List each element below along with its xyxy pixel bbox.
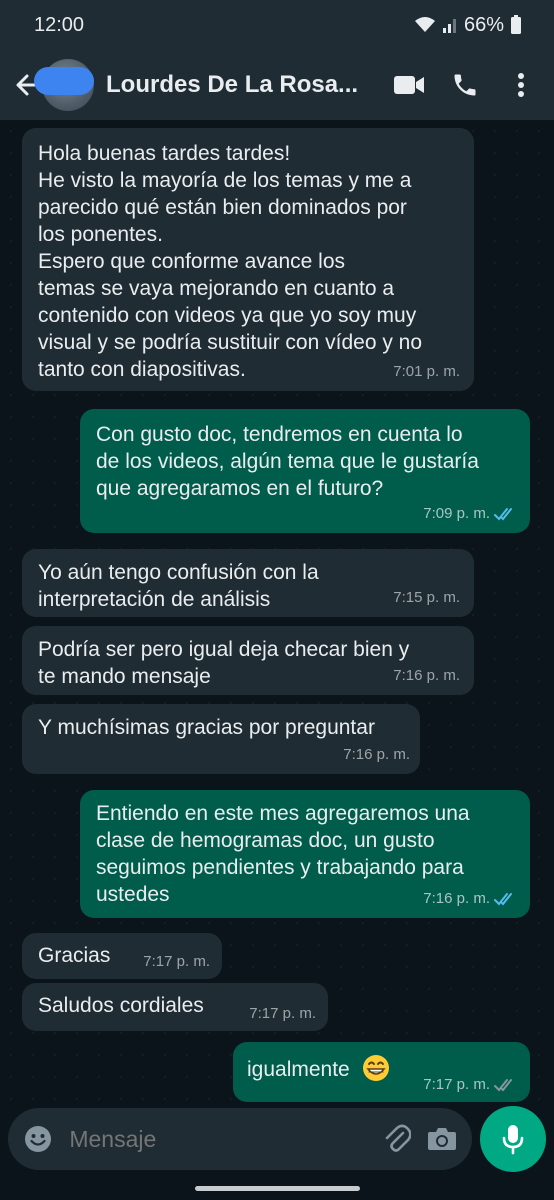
double-check-icon	[494, 892, 512, 905]
message-incoming[interactable]: Yo aún tengo confusión con la interpreta…	[22, 549, 474, 617]
paperclip-icon	[385, 1124, 411, 1152]
message-incoming[interactable]: Saludos cordiales 7:17 p. m.	[22, 983, 328, 1031]
system-nav-bar	[0, 1178, 554, 1200]
home-gesture-bar[interactable]	[195, 1186, 360, 1191]
message-text: Hola buenas tardes tardes! He visto la m…	[38, 142, 423, 381]
camera-button[interactable]	[427, 1121, 458, 1157]
video-call-button[interactable]	[388, 64, 430, 106]
message-meta: 7:17 p. m.	[423, 1071, 516, 1098]
message-time: 7:17 p. m.	[423, 1076, 490, 1093]
signal-icon	[442, 19, 456, 33]
contact-avatar[interactable]	[34, 59, 94, 111]
message-list[interactable]: Hola buenas tardes tardes! He visto la m…	[0, 120, 554, 1102]
message-time: 7:16 p. m.	[343, 746, 410, 763]
menu-button[interactable]	[500, 64, 542, 106]
status-indicators: 66%	[414, 14, 522, 37]
chat-header: Lourdes De La Rosa...	[0, 50, 554, 120]
video-camera-icon	[394, 76, 424, 94]
status-time: 12:00	[34, 13, 85, 36]
voice-call-button[interactable]	[444, 64, 486, 106]
message-meta: 7:09 p. m.	[423, 500, 516, 527]
message-time: 7:16 p. m.	[393, 667, 460, 684]
message-incoming[interactable]: Hola buenas tardes tardes! He visto la m…	[22, 128, 474, 391]
battery-percent: 66%	[463, 13, 504, 36]
avatar-redaction	[34, 67, 94, 95]
message-time: 7:01 p. m.	[393, 363, 460, 380]
message-incoming[interactable]: Y muchísimas gracias por preguntar 7:16 …	[22, 704, 420, 774]
message-time: 7:16 p. m.	[423, 890, 490, 907]
message-input[interactable]	[67, 1124, 368, 1154]
message-incoming[interactable]: Podría ser pero igual deja checar bien y…	[22, 626, 474, 695]
microphone-icon	[502, 1125, 524, 1155]
message-time: 7:17 p. m.	[143, 953, 210, 970]
more-vertical-icon	[518, 73, 524, 97]
message-time: 7:09 p. m.	[423, 505, 490, 522]
battery-icon	[511, 15, 521, 34]
message-outgoing[interactable]: Con gusto doc, tendremos en cuenta lo de…	[80, 409, 530, 533]
message-text: Con gusto doc, tendremos en cuenta lo de…	[96, 423, 479, 500]
message-time: 7:15 p. m.	[393, 589, 460, 606]
phone-icon	[454, 74, 476, 96]
message-meta: 7:16 p. m.	[423, 885, 516, 912]
message-incoming[interactable]: Gracias 7:17 p. m.	[22, 933, 222, 979]
contact-name[interactable]: Lourdes De La Rosa...	[106, 71, 364, 99]
wifi-icon	[414, 17, 435, 32]
message-time: 7:17 p. m.	[249, 1005, 316, 1022]
voice-message-button[interactable]	[480, 1106, 546, 1172]
status-bar: 12:00 66%	[0, 0, 554, 50]
double-check-icon	[494, 507, 512, 520]
camera-icon	[428, 1128, 457, 1150]
message-outgoing[interactable]: igualmente 7:17 p. m.	[233, 1042, 530, 1102]
emoji-button[interactable]	[22, 1121, 53, 1157]
emoji-smiley-icon	[24, 1126, 51, 1152]
double-check-icon	[494, 1078, 512, 1091]
attach-button[interactable]	[381, 1121, 412, 1157]
message-text: Y muchísimas gracias por preguntar	[38, 716, 375, 739]
message-composer	[8, 1108, 472, 1170]
grinning-face-emoji	[362, 1055, 389, 1081]
message-outgoing[interactable]: Entiendo en este mes agregaremos una cla…	[80, 790, 530, 918]
